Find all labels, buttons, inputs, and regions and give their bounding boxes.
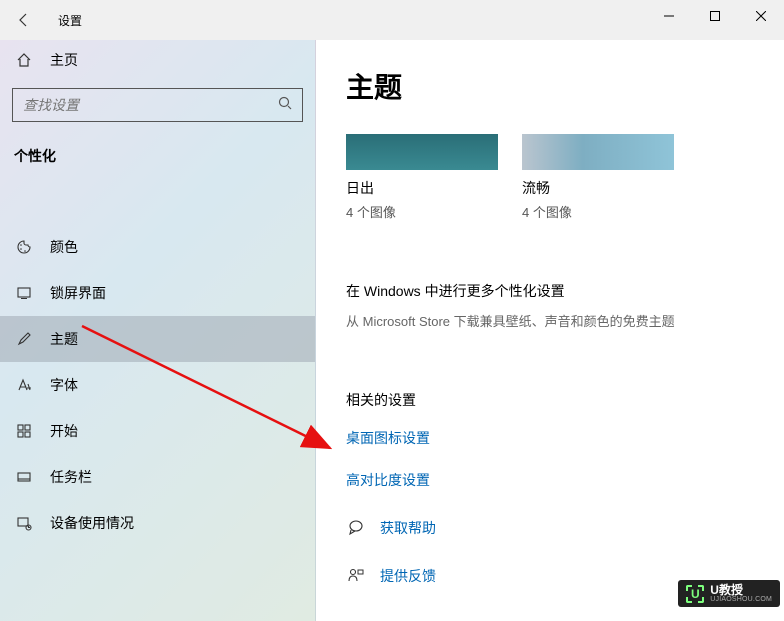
page-title: 主题: [346, 66, 754, 106]
theme-card-sunrise[interactable]: 日出 4 个图像: [346, 134, 498, 221]
nav-label: 开始: [50, 421, 78, 441]
theme-count: 4 个图像: [346, 202, 498, 221]
nav-item-lockscreen[interactable]: 锁屏界面: [0, 270, 315, 316]
search-input[interactable]: [23, 97, 278, 113]
theme-thumbnail: [346, 134, 498, 170]
watermark-brand: U教授: [710, 584, 772, 596]
themes-row: 日出 4 个图像 流畅 4 个图像: [346, 134, 754, 221]
window-title: 设置: [58, 12, 82, 29]
nav-item-colors[interactable]: 颜色: [0, 224, 315, 270]
watermark: U U教授 UJIAOSHOU.COM: [678, 580, 780, 607]
nav-label: 设备使用情况: [50, 513, 134, 533]
nav-label: 主题: [50, 329, 78, 349]
close-button[interactable]: [738, 0, 784, 32]
section-title: 个性化: [0, 134, 315, 178]
home-label: 主页: [50, 50, 78, 70]
nav-item-device-usage[interactable]: 设备使用情况: [0, 500, 315, 546]
maximize-button[interactable]: [692, 0, 738, 32]
nav-label: 颜色: [50, 237, 78, 257]
content-area: 主题 日出 4 个图像 流畅 4 个图像 在 Windows 中进行更多个性化设…: [316, 40, 784, 621]
nav-label: 字体: [50, 375, 78, 395]
font-icon: [14, 377, 34, 393]
link-desktop-icon-settings[interactable]: 桌面图标设置: [346, 428, 754, 448]
device-icon: [14, 515, 34, 531]
watermark-url: UJIAOSHOU.COM: [710, 596, 772, 603]
titlebar: 设置: [0, 0, 784, 40]
back-button[interactable]: [8, 4, 40, 36]
more-personalization-title: 在 Windows 中进行更多个性化设置: [346, 281, 754, 301]
link-high-contrast-settings[interactable]: 高对比度设置: [346, 470, 754, 490]
related-settings-title: 相关的设置: [346, 390, 754, 410]
nav-item-taskbar[interactable]: 任务栏: [0, 454, 315, 500]
window-controls: [646, 0, 784, 32]
palette-icon: [14, 239, 34, 255]
theme-thumbnail: [522, 134, 674, 170]
sidebar: 主页 个性化 颜色 锁屏界面 主题: [0, 40, 316, 621]
nav-item-fonts[interactable]: 字体: [0, 362, 315, 408]
get-help-row[interactable]: 获取帮助: [346, 518, 754, 538]
theme-count: 4 个图像: [522, 202, 674, 221]
search-box[interactable]: [12, 88, 303, 122]
help-icon: [346, 519, 366, 537]
lockscreen-icon: [14, 285, 34, 301]
get-help-link: 获取帮助: [380, 518, 436, 538]
nav-item-themes[interactable]: 主题: [0, 316, 315, 362]
theme-name: 日出: [346, 178, 498, 198]
home-icon: [14, 52, 34, 68]
brush-icon: [14, 331, 34, 347]
nav-label: 锁屏界面: [50, 283, 106, 303]
nav-list: 颜色 锁屏界面 主题 字体 开始 任务栏: [0, 224, 315, 546]
nav-item-start[interactable]: 开始: [0, 408, 315, 454]
start-icon: [14, 423, 34, 439]
taskbar-icon: [14, 469, 34, 485]
feedback-icon: [346, 567, 366, 585]
more-personalization-sub: 从 Microsoft Store 下载兼具壁纸、声音和颜色的免费主题: [346, 311, 754, 330]
search-icon: [278, 96, 292, 115]
minimize-button[interactable]: [646, 0, 692, 32]
give-feedback-link: 提供反馈: [380, 566, 436, 586]
home-nav[interactable]: 主页: [0, 40, 315, 80]
theme-card-fluent[interactable]: 流畅 4 个图像: [522, 134, 674, 221]
theme-name: 流畅: [522, 178, 674, 198]
watermark-logo-icon: U: [686, 585, 704, 603]
nav-label: 任务栏: [50, 467, 92, 487]
